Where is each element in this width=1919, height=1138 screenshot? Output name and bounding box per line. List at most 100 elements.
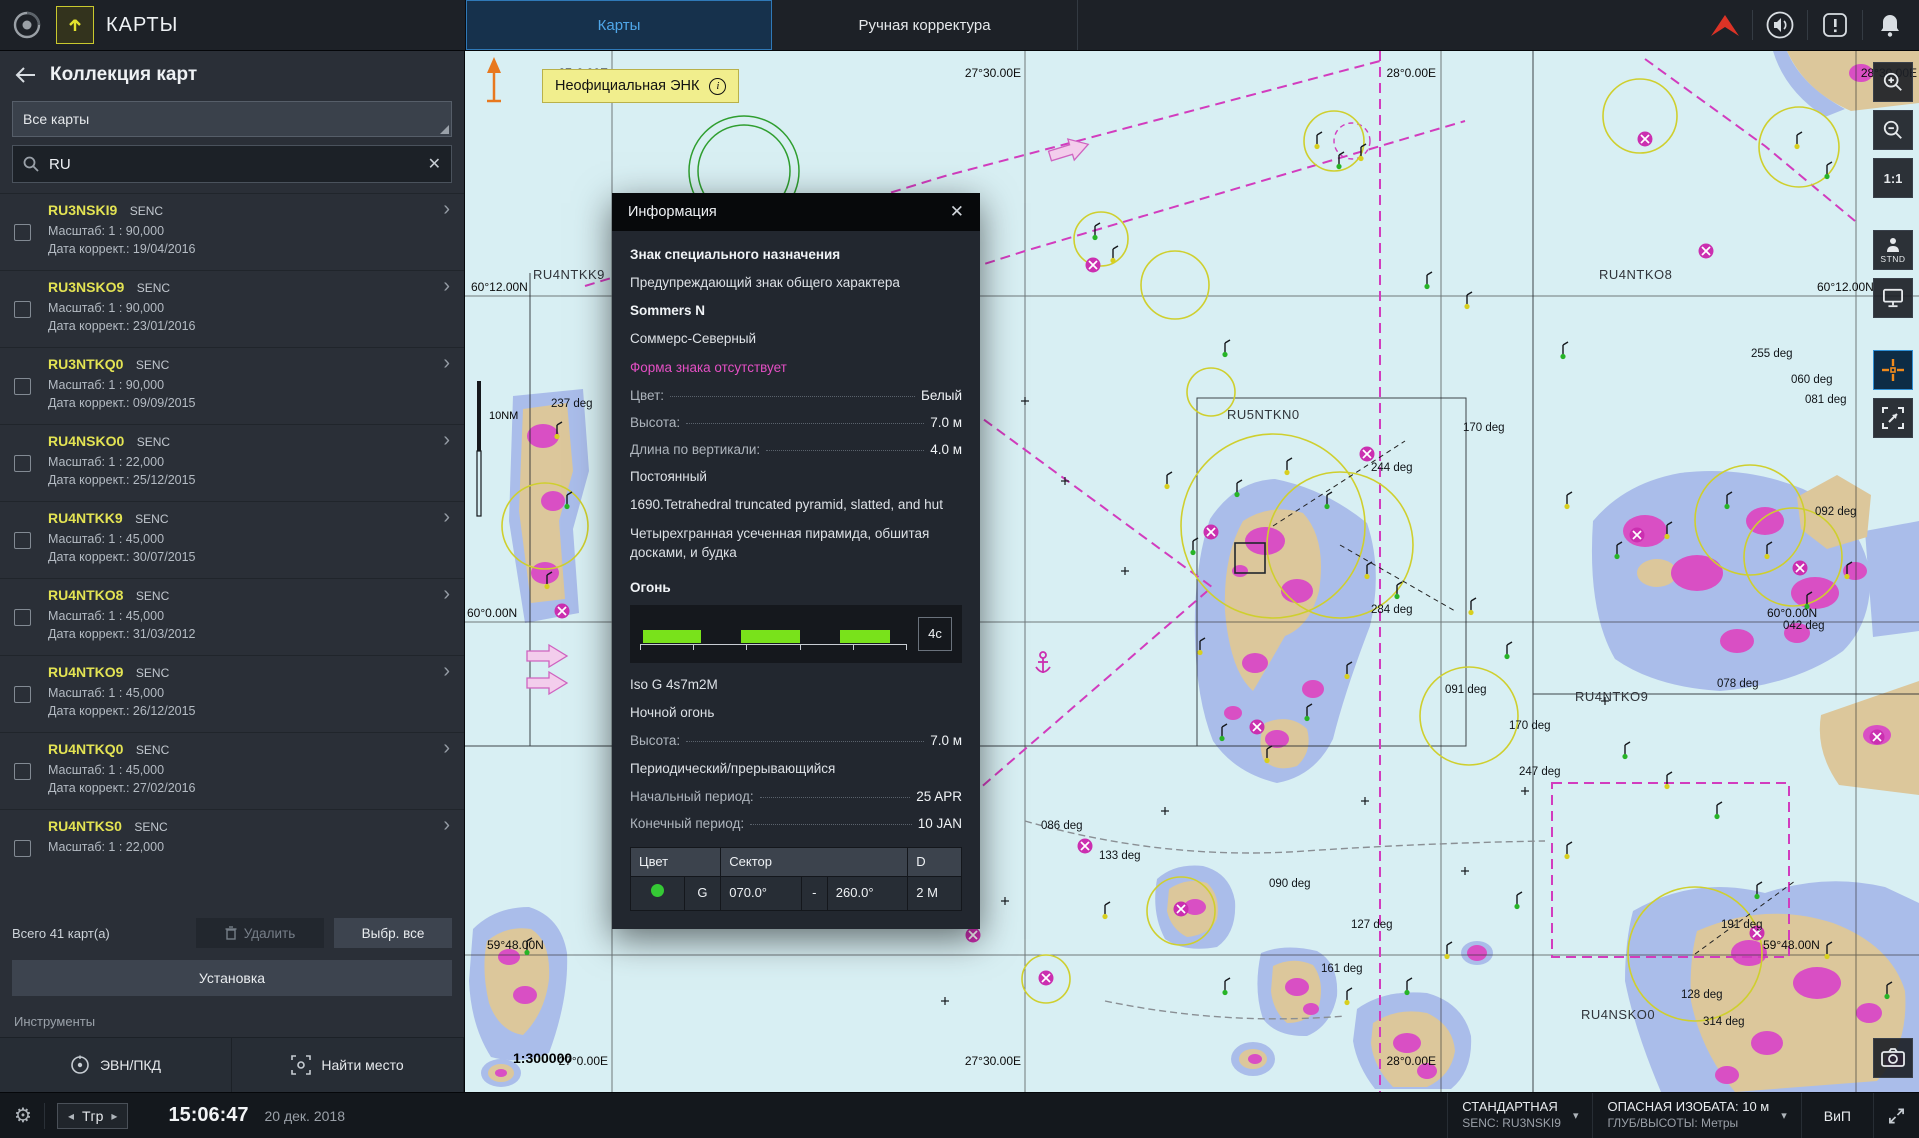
- delete-button[interactable]: Удалить: [196, 918, 324, 948]
- map-label: 090 deg: [1269, 878, 1311, 890]
- permanence: Постоянный: [630, 467, 962, 486]
- exclamation-icon: [1821, 11, 1849, 39]
- chevron-down-icon: ▾: [1781, 1109, 1787, 1122]
- map-label: RU4NTKK9: [533, 267, 605, 282]
- map-label: 127 deg: [1351, 919, 1393, 931]
- map-label: 28°0.00E: [1386, 66, 1436, 80]
- chevron-right-icon[interactable]: ›: [443, 814, 450, 837]
- chart-checkbox[interactable]: [14, 763, 31, 780]
- arrow-left-icon[interactable]: ◂: [68, 1109, 74, 1123]
- chart-list-item[interactable]: RU3NSKI9 SENC Масштаб: 1 : 90,000 Дата к…: [0, 194, 464, 271]
- search-input[interactable]: RU: [49, 156, 418, 173]
- unofficial-enc-badge[interactable]: Неофициальная ЭНК i: [542, 69, 739, 103]
- evn-pkd-button[interactable]: ЭВН/ПКД: [0, 1038, 232, 1092]
- clear-search-icon[interactable]: ✕: [428, 154, 441, 174]
- chart-checkbox[interactable]: [14, 301, 31, 318]
- mode-toggle[interactable]: ◂ Тгр ▸: [57, 1103, 129, 1129]
- chart-list-item[interactable]: RU4NTKK9 SENC Масштаб: 1 : 45,000 Дата к…: [0, 502, 464, 579]
- chevron-right-icon[interactable]: ›: [443, 583, 450, 606]
- install-button[interactable]: Установка: [12, 960, 452, 996]
- tab-charts[interactable]: Карты: [466, 0, 772, 50]
- chart-scale: Масштаб: 1 : 90,000: [48, 224, 434, 238]
- close-icon[interactable]: ✕: [950, 202, 964, 222]
- expand-icon: [1888, 1107, 1905, 1125]
- alerts-button[interactable]: [1812, 0, 1858, 50]
- chart-list-item[interactable]: RU3NSKO9 SENC Масштаб: 1 : 90,000 Дата к…: [0, 271, 464, 348]
- back-arrow-icon[interactable]: [14, 66, 36, 84]
- chevron-right-icon[interactable]: ›: [443, 352, 450, 375]
- brand-area: КАРТЫ: [0, 6, 465, 44]
- display-mode-panel[interactable]: СТАНДАРТНАЯ SENC: RU3NSKI9 ▾: [1447, 1093, 1592, 1138]
- chart-date: Дата коррект.: 25/12/2015: [48, 473, 434, 487]
- zoom-out-button[interactable]: [1873, 110, 1913, 150]
- chevron-right-icon[interactable]: ›: [443, 429, 450, 452]
- chart-list-item[interactable]: RU4NTKQ0 SENC Масштаб: 1 : 45,000 Дата к…: [0, 733, 464, 810]
- map-label: 314 deg: [1703, 1016, 1745, 1028]
- map-label: RU5NTKN0: [1227, 407, 1300, 422]
- chart-id: RU3NTKQ0: [48, 356, 123, 372]
- attribute-rows-3: Начальный период:25 APRКонечный период:1…: [630, 787, 962, 833]
- camera-icon: [1881, 1048, 1905, 1068]
- chart-list-item[interactable]: RU4NTKS0 SENC Масштаб: 1 : 22,000 ›: [0, 810, 464, 857]
- chart-checkbox[interactable]: [14, 686, 31, 703]
- display-settings-button[interactable]: [1873, 278, 1913, 318]
- map-label: 60°0.00N: [467, 606, 517, 620]
- chevron-right-icon[interactable]: ›: [443, 506, 450, 529]
- vip-button[interactable]: ВиП: [1801, 1093, 1873, 1138]
- info-row: Высота:7.0 м: [630, 731, 962, 750]
- chart-date: Дата коррект.: 09/09/2015: [48, 396, 434, 410]
- chart-checkbox[interactable]: [14, 532, 31, 549]
- attribute-rows-2: Высота:7.0 м: [630, 731, 962, 750]
- info-dialog: Информация ✕ Знак специального назначени…: [612, 193, 980, 929]
- chart-scale: Масштаб: 1 : 22,000: [48, 455, 434, 469]
- stnd-display-button[interactable]: STND: [1873, 230, 1913, 270]
- map-label: 59°48.00N: [487, 938, 544, 952]
- map-label: 081 deg: [1805, 394, 1847, 406]
- safety-contour-panel[interactable]: ОПАСНАЯ ИЗОБАТА: 10 м ГЛУБ/ВЫСОТЫ: Метры…: [1592, 1093, 1800, 1138]
- sound-button[interactable]: [1757, 0, 1803, 50]
- chart-list-item[interactable]: RU4NTKO8 SENC Масштаб: 1 : 45,000 Дата к…: [0, 579, 464, 656]
- chevron-right-icon[interactable]: ›: [443, 275, 450, 298]
- chart-checkbox[interactable]: [14, 840, 31, 857]
- fullscreen-button[interactable]: [1873, 1093, 1919, 1138]
- map-label: 1:300000: [513, 1050, 572, 1066]
- chart-checkbox[interactable]: [14, 455, 31, 472]
- arrow-right-icon[interactable]: ▸: [111, 1109, 117, 1123]
- feature-name-en: Sommers N: [630, 301, 962, 320]
- tab-manual-correction[interactable]: Ручная корректура: [772, 0, 1078, 50]
- notifications-button[interactable]: [1867, 0, 1913, 50]
- chart-canvas[interactable]: 27°0.00E27°30.00E28°0.00E28°30.00E27°0.0…: [465, 51, 1919, 1092]
- settings-gear-icon[interactable]: ⚙: [14, 1103, 32, 1128]
- chart-checkbox[interactable]: [14, 609, 31, 626]
- chart-filter-select[interactable]: Все карты: [12, 101, 452, 137]
- select-all-button[interactable]: Выбр. все: [334, 918, 452, 948]
- dialog-titlebar[interactable]: Информация ✕: [612, 193, 980, 231]
- chevron-right-icon[interactable]: ›: [443, 737, 450, 760]
- monitor-icon: [1882, 288, 1904, 308]
- frame-select-button[interactable]: [1873, 398, 1913, 438]
- dialog-body: Знак специального назначения Предупрежда…: [612, 231, 980, 929]
- status-panels: СТАНДАРТНАЯ SENC: RU3NSKI9 ▾ ОПАСНАЯ ИЗО…: [1447, 1093, 1919, 1138]
- zoom-in-button[interactable]: [1873, 62, 1913, 102]
- screenshot-button[interactable]: [1873, 1038, 1913, 1078]
- sidebar-chart-collection: Коллекция карт Все карты RU ✕ RU3NSKI9 S…: [0, 51, 465, 1092]
- topbar-icons: [1702, 0, 1919, 50]
- chart-list-item[interactable]: RU4NTKO9 SENC Масштаб: 1 : 45,000 Дата к…: [0, 656, 464, 733]
- export-button[interactable]: [56, 6, 94, 44]
- map-label: 128 deg: [1681, 989, 1723, 1001]
- info-icon[interactable]: i: [709, 78, 726, 95]
- chart-id: RU4NTKO9: [48, 664, 123, 680]
- chart-list-item[interactable]: RU4NSKO0 SENC Масштаб: 1 : 22,000 Дата к…: [0, 425, 464, 502]
- bell-icon: [1877, 12, 1903, 38]
- find-place-button[interactable]: Найти место: [232, 1038, 464, 1092]
- chart-list-item[interactable]: RU3NTKQ0 SENC Масштаб: 1 : 90,000 Дата к…: [0, 348, 464, 425]
- cursor-pick-button[interactable]: [1873, 350, 1913, 390]
- chevron-right-icon[interactable]: ›: [443, 660, 450, 683]
- chart-search-box[interactable]: RU ✕: [12, 145, 452, 183]
- map-label: 133 deg: [1099, 850, 1141, 862]
- chart-checkbox[interactable]: [14, 378, 31, 395]
- vendor-logo-icon: [1702, 0, 1748, 50]
- scale-1-1-button[interactable]: 1:1: [1873, 158, 1913, 198]
- chevron-right-icon[interactable]: ›: [443, 198, 450, 221]
- chart-checkbox[interactable]: [14, 224, 31, 241]
